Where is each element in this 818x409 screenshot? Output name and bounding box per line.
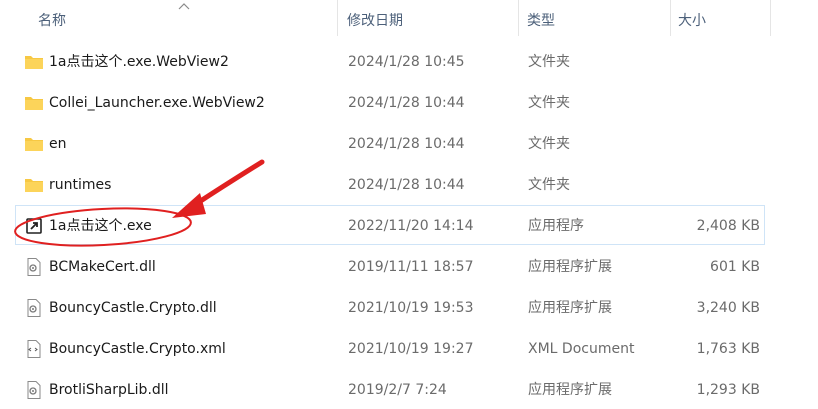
column-divider[interactable]	[518, 0, 519, 36]
column-divider[interactable]	[670, 0, 671, 36]
folder-icon	[24, 94, 44, 112]
file-name: BrotliSharpLib.dll	[49, 382, 169, 398]
dll-file-icon	[24, 258, 44, 276]
file-size: 1,763 KB	[696, 341, 760, 357]
folder-icon	[24, 176, 44, 194]
folder-icon	[24, 135, 44, 153]
column-divider[interactable]	[770, 0, 771, 36]
modified-date: 2022/11/20 14:14	[348, 218, 474, 234]
file-type: 应用程序扩展	[528, 382, 612, 398]
folder-icon	[24, 53, 44, 71]
file-row[interactable]: en 2024/1/28 10:44 文件夹	[15, 123, 765, 163]
modified-date: 2021/10/19 19:53	[348, 300, 474, 316]
file-row[interactable]: BouncyCastle.Crypto.xml 2021/10/19 19:27 X…	[15, 328, 765, 368]
dll-file-icon	[24, 299, 44, 317]
dll-file-icon	[24, 381, 44, 399]
modified-date: 2024/1/28 10:44	[348, 177, 465, 193]
file-type: 应用程序扩展	[528, 300, 612, 316]
file-type: XML Document	[528, 341, 635, 357]
modified-date: 2021/10/19 19:27	[348, 341, 474, 357]
file-type: 文件夹	[528, 54, 570, 70]
file-row[interactable]: BouncyCastle.Crypto.dll 2021/10/19 19:53 应…	[15, 287, 765, 327]
file-size: 601 KB	[710, 259, 760, 275]
file-name: en	[49, 136, 67, 152]
file-row[interactable]: BrotliSharpLib.dll 2019/2/7 7:24 应用程序扩展 1,2…	[15, 369, 765, 409]
sort-ascending-icon[interactable]	[178, 2, 190, 10]
file-row[interactable]: 1a点击这个.exe 2022/11/20 14:14 应用程序 2,408 KB	[15, 205, 765, 245]
column-header-name[interactable]: 名称	[38, 10, 66, 30]
file-row[interactable]: BCMakeCert.dll 2019/11/11 18:57 应用程序扩展 601 …	[15, 246, 765, 286]
modified-date: 2019/11/11 18:57	[348, 259, 474, 275]
file-type: 文件夹	[528, 95, 570, 111]
xml-file-icon	[24, 340, 44, 358]
file-name: 1a点击这个.exe.WebView2	[49, 54, 229, 70]
file-type: 应用程序扩展	[528, 259, 612, 275]
modified-date: 2024/1/28 10:45	[348, 54, 465, 70]
file-row[interactable]: 1a点击这个.exe.WebView2 2024/1/28 10:45 文件夹	[15, 41, 765, 81]
file-type: 文件夹	[528, 177, 570, 193]
file-name: 1a点击这个.exe	[49, 218, 152, 234]
file-name: Collei_Launcher.exe.WebView2	[49, 95, 265, 111]
file-type: 应用程序	[528, 218, 584, 234]
file-size: 3,240 KB	[696, 300, 760, 316]
column-header-size[interactable]: 大小	[678, 10, 706, 30]
file-size: 2,408 KB	[696, 218, 760, 234]
file-type: 文件夹	[528, 136, 570, 152]
modified-date: 2019/2/7 7:24	[348, 382, 447, 398]
modified-date: 2024/1/28 10:44	[348, 95, 465, 111]
file-name: BCMakeCert.dll	[49, 259, 156, 275]
file-row[interactable]: Collei_Launcher.exe.WebView2 2024/1/28 10…	[15, 82, 765, 122]
column-header-bar: 名称 修改日期 类型 大小	[0, 0, 818, 36]
column-header-type[interactable]: 类型	[527, 10, 555, 30]
column-divider[interactable]	[337, 0, 338, 36]
file-name: BouncyCastle.Crypto.xml	[49, 341, 226, 357]
file-name: BouncyCastle.Crypto.dll	[49, 300, 217, 316]
column-header-date[interactable]: 修改日期	[347, 10, 403, 30]
shortcut-app-icon	[24, 217, 44, 235]
file-row[interactable]: runtimes 2024/1/28 10:44 文件夹	[15, 164, 765, 204]
modified-date: 2024/1/28 10:44	[348, 136, 465, 152]
file-size: 1,293 KB	[696, 382, 760, 398]
file-name: runtimes	[49, 177, 112, 193]
